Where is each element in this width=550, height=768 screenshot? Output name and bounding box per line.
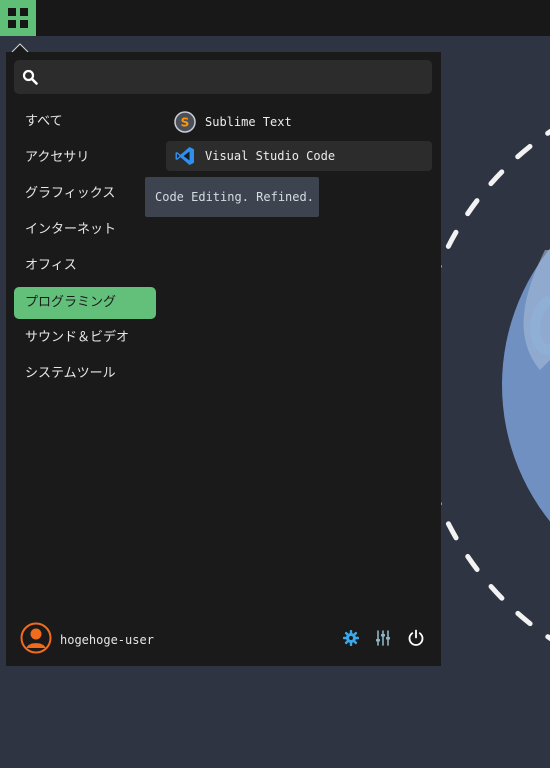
avatar[interactable]	[20, 622, 52, 654]
user-avatar-icon	[20, 622, 52, 654]
mixer-button[interactable]	[373, 628, 393, 648]
app-visual-studio-code[interactable]: Visual Studio Code	[166, 141, 432, 171]
svg-text:S: S	[181, 116, 190, 130]
globe-graphic	[502, 248, 550, 522]
mixer-sliders-icon	[376, 630, 390, 646]
application-menu: すべて アクセサリ グラフィックス インターネット オフィス プログラミング サ…	[6, 52, 441, 666]
username-label: hogehoge-user	[60, 633, 154, 647]
category-system-tools[interactable]: システムツール	[14, 358, 156, 390]
category-graphics[interactable]: グラフィックス	[14, 178, 156, 210]
settings-gear-icon	[343, 630, 359, 646]
power-icon	[408, 629, 424, 646]
top-panel	[0, 0, 550, 36]
app-sublime-text[interactable]: S Sublime Text	[166, 107, 432, 137]
category-sound-video[interactable]: サウンド＆ビデオ	[14, 322, 156, 354]
vscode-icon	[175, 147, 194, 165]
category-internet[interactable]: インターネット	[14, 214, 156, 246]
category-accessories[interactable]: アクセサリ	[14, 142, 156, 174]
category-all[interactable]: すべて	[14, 106, 156, 138]
search-icon	[22, 69, 38, 85]
settings-button[interactable]	[341, 628, 361, 648]
power-button[interactable]	[406, 628, 426, 648]
app-label: Sublime Text	[205, 115, 292, 129]
sublime-text-icon: S	[174, 111, 196, 133]
app-label: Visual Studio Code	[205, 149, 336, 163]
category-office[interactable]: オフィス	[14, 250, 156, 282]
search-input[interactable]	[48, 60, 422, 96]
applications-menu-button[interactable]	[0, 0, 36, 36]
category-programming[interactable]: プログラミング	[14, 287, 156, 319]
tooltip: Code Editing. Refined.	[145, 177, 319, 217]
search-bar[interactable]	[14, 60, 432, 96]
